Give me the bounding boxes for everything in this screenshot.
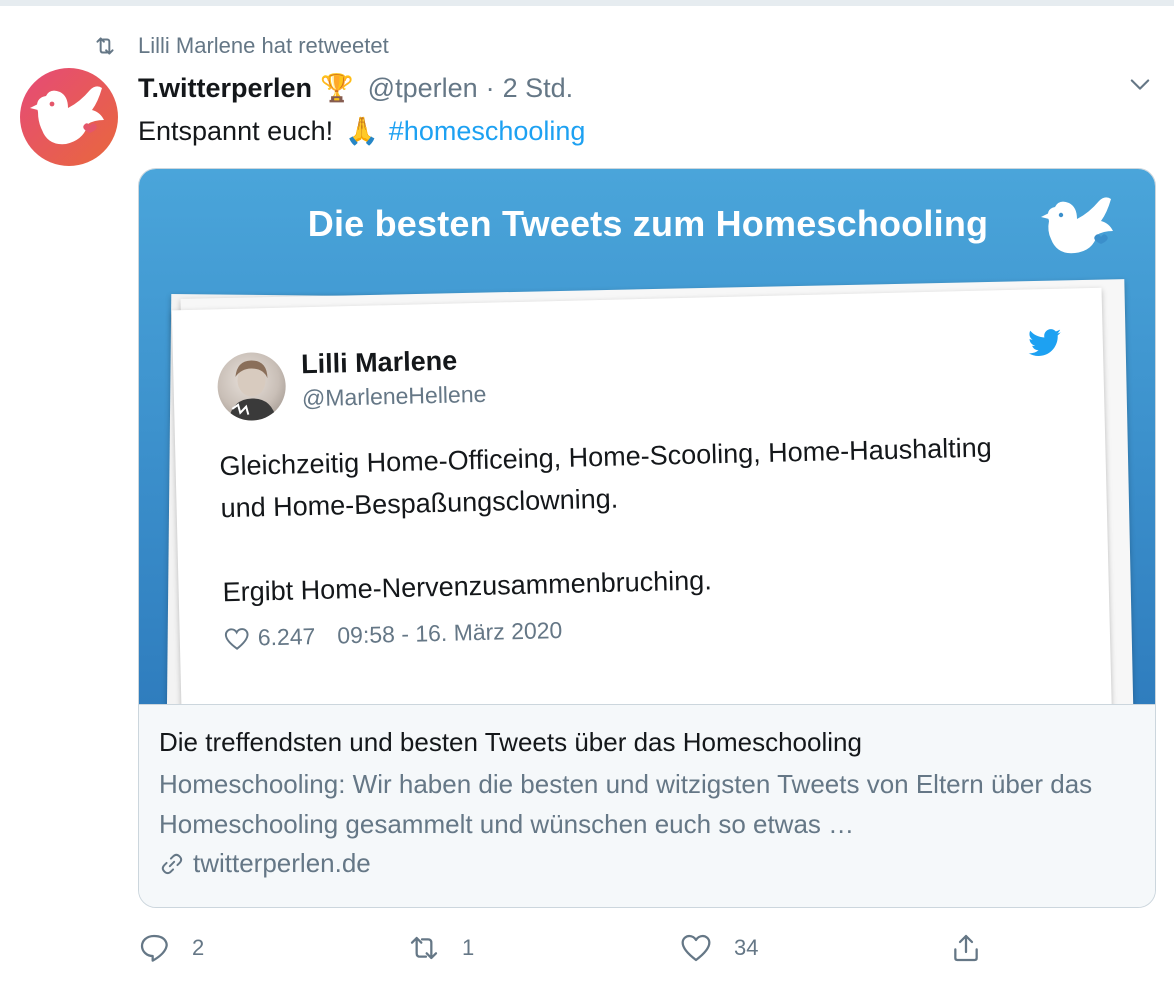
user-handle[interactable]: @tperlen	[368, 73, 478, 104]
reply-button[interactable]: 2	[138, 926, 204, 970]
twitter-bird-icon	[1028, 329, 1062, 356]
embedded-tweet-text: Gleichzeitig Home-Officeing, Home-Scooli…	[219, 424, 1083, 613]
link-preview-card[interactable]: Die besten Tweets zum Homeschooling Lill…	[138, 168, 1156, 908]
share-icon	[954, 934, 978, 962]
card-description: Homeschooling: Wir haben die besten und …	[159, 769, 1093, 839]
share-button[interactable]	[950, 926, 1004, 970]
like-count: 34	[734, 935, 759, 960]
retweet-count: 1	[462, 935, 475, 960]
hashtag-link[interactable]: #homeschooling	[389, 116, 586, 147]
retweet-context[interactable]: Lilli Marlene hat retweetet	[92, 32, 389, 60]
embedded-tweet-meta: 6.247 09:58 - 16. März 2020	[223, 616, 563, 652]
link-icon	[161, 853, 183, 874]
embedded-tweet: Lilli Marlene @MarleneHellene Gleichzeit…	[172, 288, 1112, 704]
tweet-text-main: Entspannt euch!	[138, 115, 334, 146]
folded-hands-icon: 🙏	[345, 116, 379, 146]
tweet-timestamp[interactable]: 2 Std.	[503, 73, 574, 104]
heart-icon	[681, 934, 711, 962]
chevron-down-icon[interactable]	[1126, 70, 1154, 98]
display-name[interactable]: T.witterperlen	[138, 73, 312, 104]
twitterperlen-bird-logo-icon	[30, 86, 104, 145]
embedded-avatar	[216, 351, 287, 422]
reply-icon	[140, 934, 168, 962]
avatar[interactable]	[20, 68, 118, 166]
separator-dot: ·	[485, 72, 495, 103]
reply-count: 2	[192, 935, 205, 960]
card-meta[interactable]: Die treffendsten und besten Tweets über …	[139, 704, 1155, 907]
tweet-header: T.witterperlen 🏆 @tperlen · 2 Std.	[138, 70, 573, 106]
retweet-context-text: Lilli Marlene hat retweetet	[138, 33, 389, 58]
card-domain-text: twitterperlen.de	[193, 848, 371, 878]
tweet-actions: 2 1 34	[138, 926, 998, 970]
like-button[interactable]: 34	[680, 926, 758, 970]
timeline-divider	[0, 0, 1174, 6]
card-image: Die besten Tweets zum Homeschooling Lill…	[139, 169, 1155, 704]
retweet-button[interactable]: 1	[408, 926, 474, 970]
trophy-icon: 🏆	[320, 73, 354, 103]
retweet-icon	[410, 936, 438, 960]
tweet-text: Entspannt euch! 🙏 #homeschooling	[138, 112, 585, 150]
embedded-timestamp: 09:58 - 16. März 2020	[336, 616, 563, 649]
twitterperlen-bird-logo-icon	[1041, 197, 1113, 254]
card-image-headline: Die besten Tweets zum Homeschooling	[307, 203, 989, 244]
embedded-display-name: Lilli Marlene	[300, 345, 458, 380]
embedded-like-count: 6.247	[257, 623, 316, 651]
retweet-icon	[96, 37, 114, 55]
card-domain[interactable]: twitterperlen.de	[159, 848, 1137, 879]
card-title[interactable]: Die treffendsten und besten Tweets über …	[159, 727, 1137, 758]
heart-icon	[224, 627, 249, 650]
embedded-handle: @MarleneHellene	[301, 380, 487, 412]
